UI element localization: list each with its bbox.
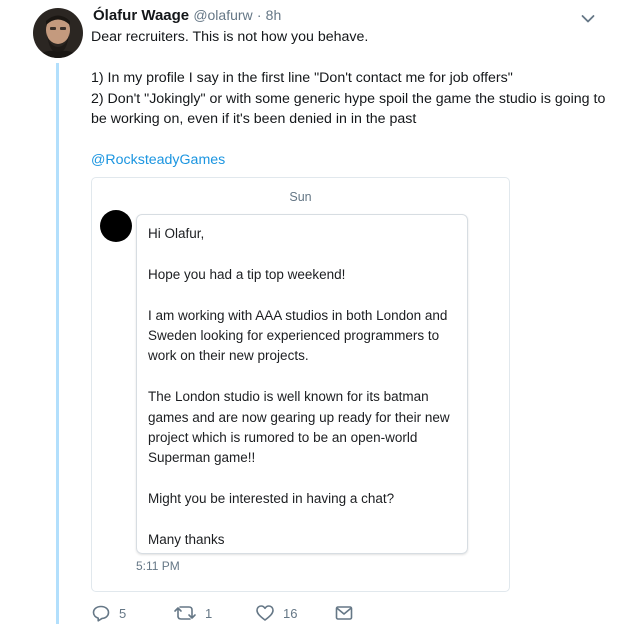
dm-paragraph: Many thanks: [148, 532, 225, 548]
direct-message-button[interactable]: [334, 603, 354, 623]
retweet-button[interactable]: 1: [173, 603, 212, 623]
sender-avatar: [100, 210, 132, 242]
like-count: 16: [283, 605, 298, 621]
reply-button[interactable]: 5: [91, 603, 126, 623]
tweet-line: [91, 130, 606, 151]
reply-icon: [91, 604, 111, 622]
author-name[interactable]: Ólafur Waage: [93, 7, 189, 24]
avatar[interactable]: [33, 8, 83, 58]
dm-paragraph: Might you be interested in having a chat…: [148, 491, 395, 507]
tweet-text: Dear recruiters. This is not how you beh…: [91, 27, 606, 171]
direct-message-icon: [334, 604, 354, 622]
thread-line: [56, 63, 59, 624]
tweet-line: Dear recruiters. This is not how you beh…: [91, 29, 369, 45]
reply-count: 5: [119, 605, 127, 621]
dm-day-label: Sun: [289, 190, 312, 204]
tweet-actions: 5 1 16: [91, 603, 421, 623]
retweet-icon: [173, 604, 197, 622]
dm-screenshot-card[interactable]: Sun Hi Olafur, Hope you had a tip top we…: [91, 177, 510, 592]
separator-dot: ·: [256, 7, 262, 23]
dm-message-bubble: Hi Olafur, Hope you had a tip top weeken…: [136, 214, 468, 554]
mention-link[interactable]: @RocksteadyGames: [91, 152, 225, 168]
dm-paragraph: Hi Olafur,: [148, 226, 205, 241]
retweet-count: 1: [205, 605, 213, 621]
tweet-line: [91, 48, 606, 69]
like-icon: [255, 604, 275, 622]
author-handle[interactable]: @olafurw: [193, 7, 252, 23]
dm-paragraph: The London studio is well known for its …: [148, 389, 454, 466]
like-button[interactable]: 16: [255, 603, 297, 623]
dm-time: 5:11 PM: [136, 559, 180, 573]
dm-paragraph: I am working with AAA studios in both Lo…: [148, 307, 452, 364]
chevron-down-icon[interactable]: [581, 11, 595, 23]
dm-paragraph: Hope you had a tip top weekend!: [148, 266, 346, 282]
tweet-line: 1) In my profile I say in the first line…: [91, 70, 513, 86]
tweet-time[interactable]: 8h: [266, 7, 282, 23]
tweet-header: Ólafur Waage @olafurw · 8h: [93, 5, 281, 26]
tweet-line: 2) Don't "Jokingly" or with some generic…: [91, 90, 606, 128]
